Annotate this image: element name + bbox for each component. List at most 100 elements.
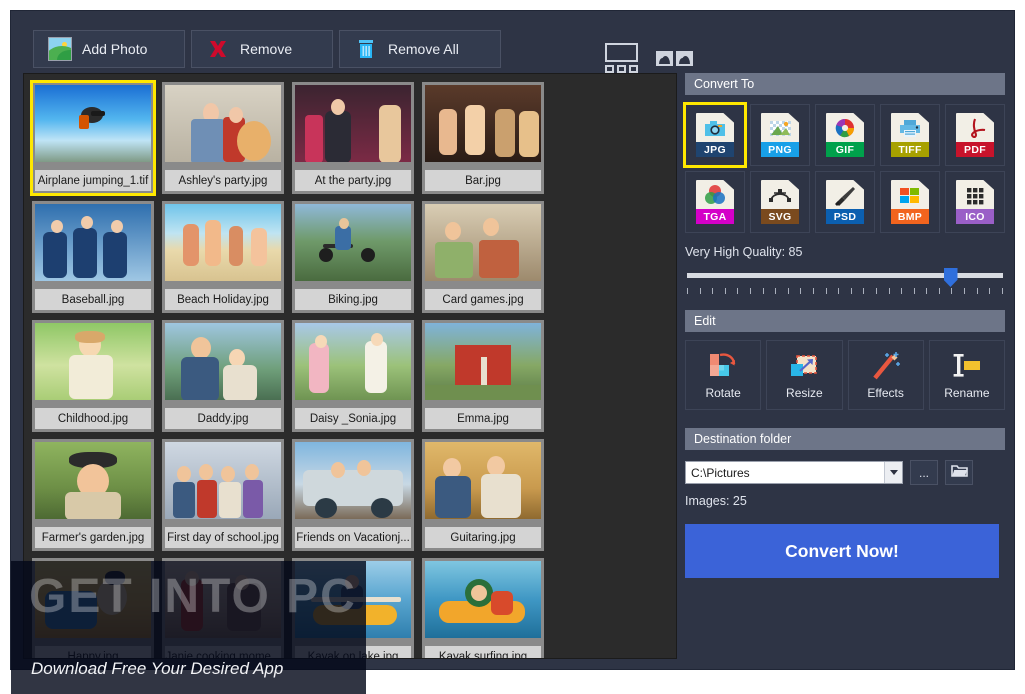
file-thumbnail-cell[interactable]: Childhood.jpg [32,320,154,432]
file-thumbnail-cell[interactable]: Baseball.jpg [32,201,154,313]
format-label: ICO [956,209,994,224]
format-label: TIFF [891,142,929,157]
file-thumbnail-cell[interactable]: Biking.jpg [292,201,414,313]
file-name-label: Janie cooking mome... [165,646,281,658]
edit-buttons[interactable]: Rotate Resize Effects Rename [685,340,1005,410]
file-name-label: Childhood.jpg [35,408,151,429]
format-tile-svg[interactable]: SVG [750,171,810,233]
thumbnail-image [35,85,151,162]
thumbnail-image [165,561,281,638]
windows-icon [891,184,929,206]
quality-slider-handle[interactable] [943,268,958,287]
grid-view-icon[interactable] [605,43,638,73]
file-thumbnail-cell[interactable]: Guitaring.jpg [422,439,544,551]
grid-dots-icon [956,184,994,206]
file-name-label: Card games.jpg [425,289,541,310]
effects-button[interactable]: Effects [847,340,924,410]
format-label: GIF [826,142,864,157]
file-thumbnail-cell[interactable]: Kayak surfing.jpg [422,558,544,658]
format-tile-gif[interactable]: GIF [815,104,875,166]
document-shape: BMP [891,180,929,224]
format-tile-jpg[interactable]: JPG [683,102,747,168]
file-thumbnail-cell[interactable]: Card games.jpg [422,201,544,313]
file-name-label: Friends on Vacationj... [295,527,411,548]
destination-path-value: C:\Pictures [691,465,750,480]
trash-icon [354,37,378,61]
file-thumbnail-cell[interactable]: Friends on Vacationj... [292,439,414,551]
format-tile-png[interactable]: PNG [750,104,810,166]
remove-all-button[interactable]: Remove All [339,30,501,68]
convert-now-button[interactable]: Convert Now! [685,524,999,578]
document-shape: PDF [956,113,994,157]
thumbnail-image [165,442,281,519]
thumbnail-image [425,85,541,162]
acrobat-icon [956,117,994,139]
document-shape: SVG [761,180,799,224]
file-thumbnail-cell[interactable]: Emma.jpg [422,320,544,432]
quality-slider[interactable] [685,268,1005,296]
file-thumbnail-grid[interactable]: Airplane jumping_1.tif Ashley's party.jpg… [23,73,677,659]
chevron-down-icon[interactable] [884,462,902,483]
file-thumbnail-cell[interactable]: Kayak on lake.jpg [292,558,414,658]
view-mode-toggles [605,43,693,73]
remove-label: Remove [240,41,293,57]
toolbar: Add Photo Remove Remove All [11,11,1014,73]
file-thumbnail-cell[interactable]: Ashley's party.jpg [162,82,284,194]
remove-x-icon [206,37,230,61]
magic-wand-icon [869,350,903,382]
file-name-label: Daisy _Sonia.jpg [295,408,411,429]
rename-button[interactable]: Rename [928,340,1005,410]
thumbnail-image [425,442,541,519]
file-thumbnail-cell[interactable]: Bar.jpg [422,82,544,194]
file-thumbnail-cell[interactable]: Beach Holiday.jpg [162,201,284,313]
add-photo-button[interactable]: Add Photo [33,30,185,68]
rotate-button[interactable]: Rotate [685,340,762,410]
remove-all-label: Remove All [388,41,459,57]
file-thumbnail-cell[interactable]: Farmer's garden.jpg [32,439,154,551]
file-name-label: At the party.jpg [295,170,411,191]
edit-button-label: Rotate [705,386,741,400]
browse-button[interactable]: ... [910,460,938,485]
edit-button-label: Effects [867,386,904,400]
destination-row: C:\Pictures ... [685,460,1005,485]
file-thumbnail-cell[interactable]: Daddy.jpg [162,320,284,432]
file-thumbnail-cell[interactable]: Airplane jumping_1.tif [30,80,156,196]
open-folder-button[interactable] [945,460,973,485]
file-name-label: Ashley's party.jpg [165,170,281,191]
resize-button[interactable]: Resize [766,340,843,410]
edit-section: Edit Rotate Resize Effects Rename [685,310,1005,410]
remove-button[interactable]: Remove [191,30,333,68]
format-label: TGA [696,209,734,224]
format-tile-tiff[interactable]: TIFF [880,104,940,166]
thumbnail-image [165,323,281,400]
format-tile-ico[interactable]: ICO [945,171,1005,233]
thumbnail-image [295,85,411,162]
file-thumbnail-cell[interactable]: Daisy _Sonia.jpg [292,320,414,432]
format-tile-psd[interactable]: PSD [815,171,875,233]
thumbnail-image [295,204,411,281]
file-name-label: First day of school.jpg [165,527,281,548]
format-tile-tga[interactable]: TGA [685,171,745,233]
camera-icon [696,117,734,139]
destination-header: Destination folder [685,428,1005,450]
destination-path-combobox[interactable]: C:\Pictures [685,461,903,484]
thumbnail-image [35,442,151,519]
file-thumbnail-cell[interactable]: First day of school.jpg [162,439,284,551]
thumbnail-view-icon[interactable] [656,50,693,66]
quality-slider-ticks [687,288,1003,294]
folder-icon [950,464,968,481]
thumbnail-image [425,323,541,400]
file-thumbnail-cell[interactable]: At the party.jpg [292,82,414,194]
file-thumbnail-cell[interactable]: Janie cooking mome... [162,558,284,658]
file-name-label: Bar.jpg [425,170,541,191]
quality-label: Very High Quality: 85 [685,245,803,259]
rename-icon [950,350,984,382]
format-grid[interactable]: JPG PNG GIF TIFF PDF TGA SVG PSD BMP ICO [683,102,1005,233]
format-tile-pdf[interactable]: PDF [945,104,1005,166]
thumbnail-image [165,204,281,281]
add-photo-icon [48,37,72,61]
file-thumbnail-cell[interactable]: Happy.jpg [32,558,154,658]
thumbnail-image [35,561,151,638]
format-tile-bmp[interactable]: BMP [880,171,940,233]
document-shape: TGA [696,180,734,224]
